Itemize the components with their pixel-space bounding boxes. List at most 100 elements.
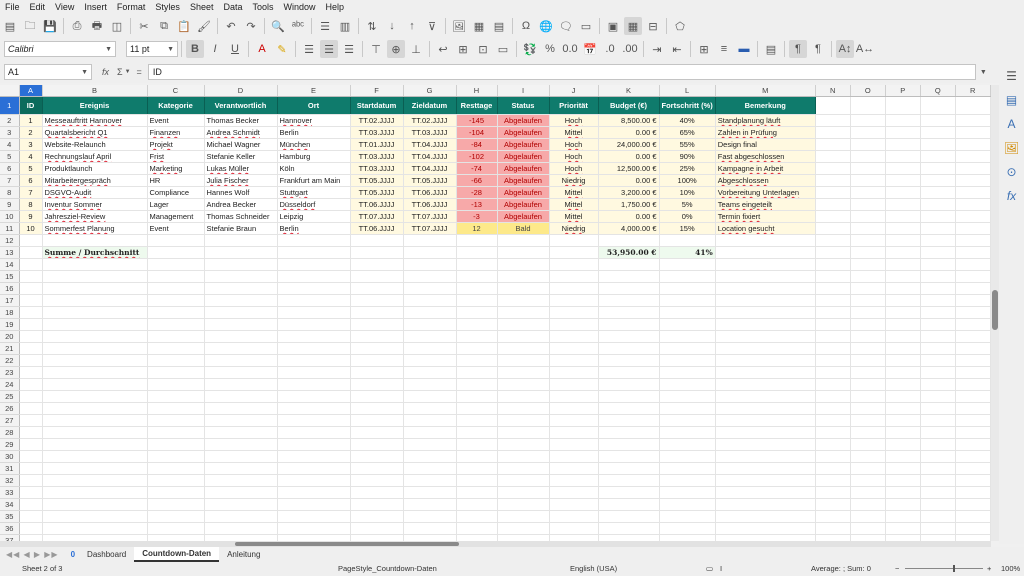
empty-cell[interactable] bbox=[42, 306, 148, 319]
border-color-icon[interactable]: ▬ bbox=[735, 40, 753, 58]
sum-dropdown-icon[interactable]: ▼ bbox=[125, 69, 131, 75]
zoom-slider-handle[interactable] bbox=[953, 565, 955, 572]
table-cell[interactable]: -74 bbox=[456, 162, 498, 175]
empty-cell[interactable] bbox=[715, 294, 816, 307]
empty-cell[interactable] bbox=[955, 126, 991, 139]
empty-cell[interactable] bbox=[955, 318, 991, 331]
table-cell[interactable]: DSGVO-Audit bbox=[42, 186, 148, 199]
empty-cell[interactable] bbox=[42, 342, 148, 355]
empty-cell[interactable] bbox=[549, 234, 599, 247]
row-header-32[interactable]: 32 bbox=[0, 474, 20, 487]
percent-format-icon[interactable]: % bbox=[541, 40, 559, 58]
empty-cell[interactable] bbox=[715, 486, 816, 499]
empty-cell[interactable] bbox=[850, 96, 886, 115]
empty-cell[interactable] bbox=[815, 282, 851, 295]
menu-item-insert[interactable]: Insert bbox=[79, 0, 112, 14]
empty-cell[interactable] bbox=[147, 426, 205, 439]
empty-cell[interactable] bbox=[920, 354, 956, 367]
empty-cell[interactable] bbox=[659, 378, 716, 391]
empty-cell[interactable] bbox=[955, 186, 991, 199]
empty-cell[interactable] bbox=[147, 282, 205, 295]
empty-cell[interactable] bbox=[885, 366, 921, 379]
empty-cell[interactable] bbox=[549, 378, 599, 391]
empty-cell[interactable] bbox=[204, 402, 278, 415]
redo-icon[interactable]: ↷ bbox=[242, 17, 260, 35]
empty-cell[interactable] bbox=[598, 414, 660, 427]
menu-item-tools[interactable]: Tools bbox=[247, 0, 278, 14]
empty-cell[interactable] bbox=[715, 474, 816, 487]
empty-cell[interactable] bbox=[955, 474, 991, 487]
empty-cell[interactable] bbox=[19, 246, 43, 259]
empty-cell[interactable] bbox=[815, 126, 851, 139]
empty-cell[interactable] bbox=[815, 450, 851, 463]
empty-cell[interactable] bbox=[204, 378, 278, 391]
empty-cell[interactable] bbox=[885, 246, 921, 259]
table-cell[interactable]: Lager bbox=[147, 198, 205, 211]
table-cell[interactable]: Hoch bbox=[549, 114, 599, 127]
empty-cell[interactable] bbox=[204, 366, 278, 379]
empty-cell[interactable] bbox=[815, 114, 851, 127]
empty-cell[interactable] bbox=[850, 354, 886, 367]
column-icon[interactable]: ▥ bbox=[336, 17, 354, 35]
empty-cell[interactable] bbox=[19, 234, 43, 247]
empty-cell[interactable] bbox=[598, 270, 660, 283]
table-cell[interactable]: Sommerfest Planung bbox=[42, 222, 148, 235]
column-title[interactable]: Zieldatum bbox=[403, 96, 457, 115]
empty-cell[interactable] bbox=[815, 234, 851, 247]
table-cell[interactable]: Quartalsbericht Q1 bbox=[42, 126, 148, 139]
table-cell[interactable]: 4 bbox=[19, 150, 43, 163]
empty-cell[interactable] bbox=[815, 510, 851, 523]
empty-cell[interactable] bbox=[497, 258, 550, 271]
empty-cell[interactable] bbox=[204, 342, 278, 355]
table-cell[interactable]: 55% bbox=[659, 138, 716, 151]
expand-formula-bar-icon[interactable]: ▼ bbox=[980, 69, 987, 76]
table-cell[interactable]: Jahresziel-Review bbox=[42, 210, 148, 223]
empty-cell[interactable] bbox=[920, 342, 956, 355]
empty-cell[interactable] bbox=[659, 510, 716, 523]
table-cell[interactable]: 1,750.00 € bbox=[598, 198, 660, 211]
empty-cell[interactable] bbox=[147, 258, 205, 271]
empty-cell[interactable] bbox=[42, 438, 148, 451]
table-cell[interactable]: TT.02.JJJJ bbox=[350, 114, 404, 127]
empty-cell[interactable] bbox=[598, 522, 660, 535]
empty-cell[interactable] bbox=[42, 378, 148, 391]
empty-cell[interactable] bbox=[920, 282, 956, 295]
empty-cell[interactable] bbox=[456, 294, 498, 307]
empty-cell[interactable] bbox=[885, 210, 921, 223]
empty-cell[interactable] bbox=[497, 414, 550, 427]
summary-budget[interactable]: 53,950.00 € bbox=[598, 246, 660, 259]
table-cell[interactable]: 9 bbox=[19, 210, 43, 223]
empty-cell[interactable] bbox=[204, 354, 278, 367]
table-cell[interactable]: Andrea Becker bbox=[204, 198, 278, 211]
empty-cell[interactable] bbox=[403, 378, 457, 391]
empty-cell[interactable] bbox=[885, 426, 921, 439]
menu-item-data[interactable]: Data bbox=[218, 0, 247, 14]
empty-cell[interactable] bbox=[350, 474, 404, 487]
empty-cell[interactable] bbox=[659, 390, 716, 403]
table-cell[interactable]: Hamburg bbox=[277, 150, 351, 163]
table-cell[interactable]: TT.01.JJJJ bbox=[350, 138, 404, 151]
table-cell[interactable]: Düsseldorf bbox=[277, 198, 351, 211]
table-cell[interactable]: Termin fixiert bbox=[715, 210, 816, 223]
empty-cell[interactable] bbox=[147, 270, 205, 283]
column-header-n[interactable]: N bbox=[815, 85, 851, 97]
empty-cell[interactable] bbox=[885, 486, 921, 499]
empty-cell[interactable] bbox=[815, 162, 851, 175]
empty-cell[interactable] bbox=[920, 138, 956, 151]
empty-cell[interactable] bbox=[403, 306, 457, 319]
table-cell[interactable]: 7 bbox=[19, 186, 43, 199]
empty-cell[interactable] bbox=[659, 438, 716, 451]
empty-cell[interactable] bbox=[815, 150, 851, 163]
empty-cell[interactable] bbox=[277, 474, 351, 487]
table-cell[interactable]: Leipzig bbox=[277, 210, 351, 223]
empty-cell[interactable] bbox=[955, 402, 991, 415]
empty-cell[interactable] bbox=[920, 498, 956, 511]
empty-cell[interactable] bbox=[403, 282, 457, 295]
date-format-icon[interactable]: 📅 bbox=[581, 40, 599, 58]
spreadsheet-grid[interactable]: A B C D E F G H I J K L M N O P Q R 1 ID Ereignis Kategorie Ve… bbox=[0, 85, 991, 541]
empty-cell[interactable] bbox=[920, 390, 956, 403]
empty-cell[interactable] bbox=[955, 462, 991, 475]
empty-cell[interactable] bbox=[598, 390, 660, 403]
empty-cell[interactable] bbox=[204, 438, 278, 451]
empty-cell[interactable] bbox=[403, 462, 457, 475]
